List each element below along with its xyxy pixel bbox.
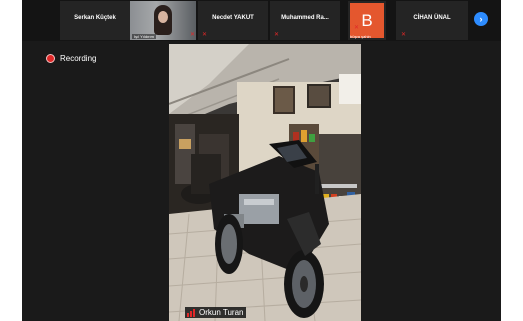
participant-name: Serkan Küçtek [74, 15, 116, 21]
avatar: B [350, 3, 384, 38]
participant-face [158, 11, 168, 23]
mic-muted-icon: ✕ [190, 32, 196, 38]
active-speaker-video: Orkun Turan [169, 44, 361, 321]
participant-tile-4[interactable]: Muhammed Ra... ✕ [270, 1, 340, 40]
speaker-name: Orkun Turan [199, 308, 244, 317]
meeting-window: Serkan Küçtek Işıl Yıldırım ✕ Necdet YAK… [22, 0, 501, 321]
participant-name: Muhammed Ra... [281, 15, 329, 21]
garage-video-frame [169, 44, 361, 321]
participant-tile-6[interactable]: CİHAN ÜNAL ✕ [396, 1, 468, 40]
participant-tile-5[interactable]: B büşra şahin ✕ [348, 1, 386, 40]
chevron-right-icon: › [479, 14, 483, 24]
participant-tile-2[interactable]: Işıl Yıldırım ✕ [130, 1, 196, 40]
mic-muted-icon: ✕ [354, 25, 360, 31]
participant-caption: Işıl Yıldırım [132, 34, 156, 39]
participant-tile-1[interactable]: Serkan Küçtek [60, 1, 130, 40]
recording-label: Recording [60, 54, 97, 63]
participant-name: CİHAN ÜNAL [413, 15, 451, 21]
participant-caption: büşra şahin [350, 34, 371, 39]
mic-muted-icon: ✕ [274, 32, 280, 38]
speaker-name-tag: Orkun Turan [185, 307, 247, 318]
participant-tile-3[interactable]: Necdet YAKUT ✕ [198, 1, 268, 40]
mic-muted-icon: ✕ [202, 32, 208, 38]
next-page-button[interactable]: › [474, 12, 488, 26]
gallery-strip: Serkan Küçtek Işıl Yıldırım ✕ Necdet YAK… [22, 0, 501, 41]
mic-muted-icon: ✕ [401, 32, 407, 38]
record-icon [46, 54, 55, 63]
recording-indicator: Recording [46, 54, 96, 63]
participant-name: Necdet YAKUT [212, 15, 254, 21]
signal-strength-icon [187, 308, 196, 317]
